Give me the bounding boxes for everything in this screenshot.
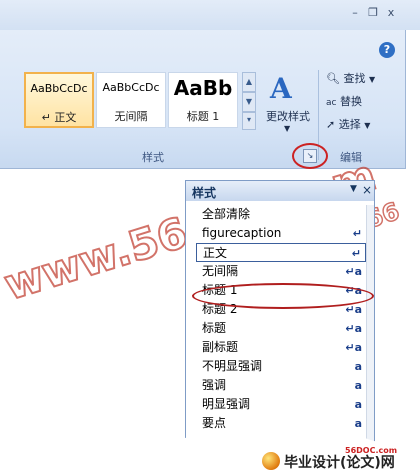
style-name: 全部清除	[202, 207, 251, 221]
find-label: 查找	[343, 72, 366, 85]
chevron-down-icon: ▼	[368, 75, 376, 84]
help-icon: ?	[383, 43, 391, 56]
close-icon: x	[387, 6, 395, 19]
chevron-down-icon: ▼	[364, 121, 371, 130]
replace-label: 替换	[339, 95, 362, 108]
replace-icon: ac	[326, 98, 337, 108]
style-name: 正文	[203, 246, 228, 260]
quick-style-normal[interactable]: AaBbCcDc ↵ 正文	[24, 72, 94, 128]
styles-group-label: 样式	[142, 151, 164, 164]
style-name: 标题	[202, 321, 227, 335]
style-type-icon: ↵a	[345, 322, 362, 335]
logo-ball-icon	[262, 452, 280, 470]
style-sample: AaBbCcDc	[30, 82, 88, 95]
style-type-icon: ↵a	[345, 341, 362, 354]
style-sample: AaBb	[173, 76, 233, 100]
select-button[interactable]: ➚ 选择 ▼	[326, 116, 370, 132]
pane-menu-button[interactable]: ▼	[350, 184, 357, 194]
change-styles-label[interactable]: 更改样式	[258, 108, 318, 124]
gallery-scroll-up[interactable]: ▲	[242, 72, 256, 92]
help-button[interactable]: ?	[379, 42, 395, 58]
style-list-item[interactable]: 无间隔 ↵a	[196, 262, 366, 281]
chevron-down-icon: ▼	[284, 124, 291, 133]
styles-list: 全部清除 figurecaption ↵ 正文 ↵ 无间隔 ↵a 标题 1 ↵a 标题 2 ↵a 标题…	[196, 205, 366, 452]
logo-text: 毕业设计(论文)网	[284, 455, 395, 471]
style-list-item[interactable]: 副标题 ↵a	[196, 338, 366, 357]
styles-pane-title: 样式	[192, 186, 217, 200]
style-sample: AaBbCcDc	[102, 81, 160, 94]
style-name: 要点	[202, 416, 227, 430]
styles-list-scrollbar[interactable]	[366, 205, 374, 465]
annotation-ellipse	[192, 283, 374, 309]
replace-button[interactable]: ac 替换	[326, 93, 362, 109]
style-list-item[interactable]: 强调 a	[196, 376, 366, 395]
close-icon: ×	[362, 183, 373, 197]
chevron-down-icon: ▼	[350, 184, 357, 194]
style-name: 强调	[202, 378, 227, 392]
style-list-item[interactable]: 不明显强调 a	[196, 357, 366, 376]
style-name: 明显强调	[202, 397, 251, 411]
minimize-button[interactable]: –	[348, 6, 362, 20]
style-name: 副标题	[202, 340, 239, 354]
style-type-icon: ↵a	[345, 265, 362, 278]
style-list-item[interactable]: 标题 ↵a	[196, 319, 366, 338]
style-name: ↵ 正文	[41, 111, 77, 124]
editing-group-label: 编辑	[340, 151, 362, 164]
select-label: 选择	[338, 118, 361, 131]
style-type-icon: a	[354, 360, 362, 373]
style-name: figurecaption	[202, 226, 282, 240]
binoculars-icon: 🔍︎	[326, 72, 340, 85]
style-type-icon: ↵	[351, 247, 361, 260]
style-type-icon: ↵	[352, 227, 362, 240]
style-list-item[interactable]: 正文 ↵	[196, 243, 366, 262]
close-button[interactable]: x	[384, 6, 398, 20]
change-styles-icon[interactable]: A	[270, 72, 304, 106]
chevron-up-icon: ▲	[245, 77, 253, 86]
style-list-item[interactable]: figurecaption ↵	[196, 224, 366, 243]
gallery-scroll-down[interactable]: ▼	[242, 92, 256, 112]
style-type-icon: a	[354, 379, 362, 392]
find-button[interactable]: 🔍︎ 查找 ▼	[326, 70, 375, 86]
footer-logo: 毕业设计(论文)网	[262, 446, 420, 474]
more-icon: ▾	[246, 115, 251, 124]
annotation-circle	[292, 143, 328, 169]
chevron-down-icon: ▼	[245, 97, 253, 106]
gallery-more[interactable]: ▾	[242, 112, 256, 130]
restore-icon: ❐	[368, 6, 378, 19]
style-name: 无间隔	[202, 264, 239, 278]
style-list-item[interactable]: 全部清除	[196, 205, 366, 224]
style-name: 不明显强调	[202, 359, 263, 373]
style-list-item[interactable]: 明显强调 a	[196, 395, 366, 414]
style-name: 标题 1	[186, 110, 220, 123]
style-name: 无间隔	[114, 110, 148, 123]
minimize-icon: –	[352, 6, 358, 19]
cursor-icon: ➚	[326, 118, 336, 131]
quick-style-heading1[interactable]: AaBb 标题 1	[168, 72, 238, 128]
quick-style-no-spacing[interactable]: AaBbCcDc 无间隔	[96, 72, 166, 128]
style-type-icon: a	[354, 398, 362, 411]
pane-close-button[interactable]: ×	[362, 183, 372, 197]
restore-button[interactable]: ❐	[366, 6, 380, 20]
